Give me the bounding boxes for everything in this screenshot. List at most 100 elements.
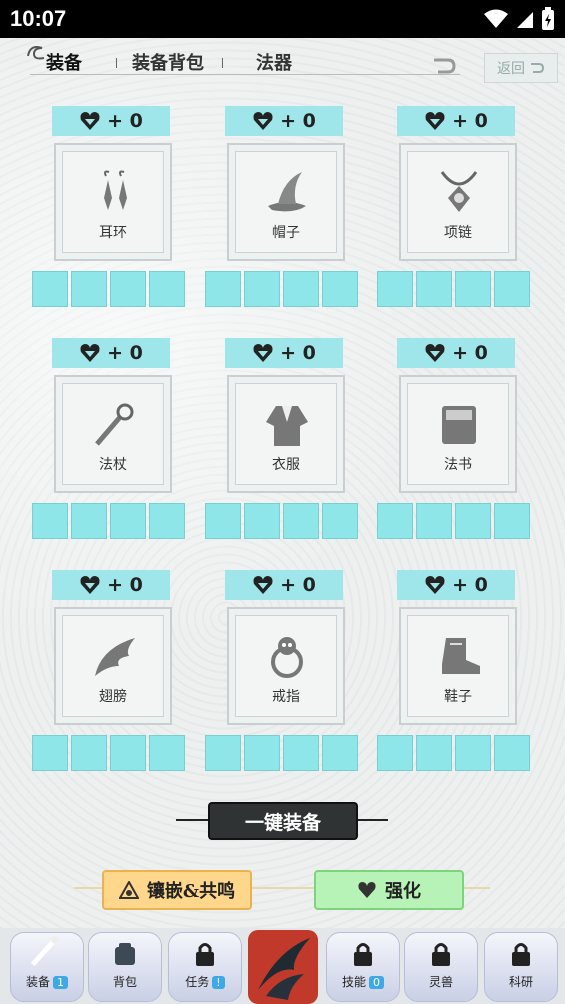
enhance-level: + 0 — [452, 110, 488, 132]
bottom-tab-equip[interactable]: 装备 1 — [10, 932, 84, 1002]
gem-socket[interactable] — [244, 735, 280, 771]
gem-socket[interactable] — [494, 271, 530, 307]
spellbook-icon — [442, 406, 476, 444]
gem-sockets — [377, 271, 533, 309]
equipment-label: 衣服 — [272, 457, 300, 473]
gem-socket[interactable] — [205, 503, 241, 539]
equipment-box[interactable]: 帽子 — [227, 143, 345, 261]
gem-socket[interactable] — [32, 735, 68, 771]
gem-socket[interactable] — [71, 271, 107, 307]
gem-socket[interactable] — [71, 735, 107, 771]
bottom-tab-text: 背包 — [112, 975, 137, 989]
gem-socket[interactable] — [377, 271, 413, 307]
gem-socket[interactable] — [110, 271, 146, 307]
bottom-tab-task[interactable]: 任务! — [168, 932, 242, 1002]
heart-gem-icon — [80, 344, 100, 362]
tab-separator — [222, 58, 223, 68]
gem-socket[interactable] — [494, 735, 530, 771]
center-emblem[interactable] — [248, 930, 318, 1004]
status-time: 10:07 — [10, 6, 67, 31]
gem-sockets — [32, 271, 188, 309]
gem-socket[interactable] — [283, 271, 319, 307]
inlay-resonance-button[interactable]: 镶嵌&共鸣 — [102, 870, 252, 910]
gem-socket[interactable] — [283, 503, 319, 539]
bottom-tab-research[interactable]: 科研 — [484, 932, 558, 1002]
gem-socket[interactable] — [244, 271, 280, 307]
inlay-label: 镶嵌&共鸣 — [146, 881, 236, 902]
gem-socket[interactable] — [455, 271, 491, 307]
equipment-box[interactable]: 法书 — [399, 375, 517, 493]
equipment-label: 法书 — [444, 457, 472, 473]
gem-socket[interactable] — [283, 735, 319, 771]
gem-socket[interactable] — [110, 503, 146, 539]
bottom-tab-pet[interactable]: 灵兽 — [404, 932, 478, 1002]
gem-socket[interactable] — [416, 735, 452, 771]
return-icon — [531, 63, 545, 73]
boots-icon — [442, 638, 480, 674]
bottom-tab-skill[interactable]: 技能 0 — [326, 932, 400, 1002]
tab-equip-bag[interactable]: 装备背包 — [132, 49, 204, 75]
gem-socket[interactable] — [110, 735, 146, 771]
enhance-level-bar: + 0 — [397, 338, 515, 368]
equipment-box[interactable]: 鞋子 — [399, 607, 517, 725]
gem-socket[interactable] — [377, 503, 413, 539]
equipment-box[interactable]: 翅膀 — [54, 607, 172, 725]
enhance-level-bar: + 0 — [225, 106, 343, 136]
gem-socket[interactable] — [494, 503, 530, 539]
enhance-level-bar: + 0 — [52, 570, 170, 600]
gem-socket[interactable] — [244, 503, 280, 539]
gem-socket[interactable] — [455, 503, 491, 539]
nav-underline — [30, 74, 460, 75]
equipment-box[interactable]: 耳环 — [54, 143, 172, 261]
equipment-box[interactable]: 法杖 — [54, 375, 172, 493]
heart-gem-icon — [425, 576, 445, 594]
back-button[interactable]: 返回 — [484, 53, 558, 83]
gem-socket[interactable] — [71, 503, 107, 539]
decor-line — [462, 887, 490, 889]
gem-sockets — [32, 503, 188, 541]
equipment-box[interactable]: 项链 — [399, 143, 517, 261]
back-label: 返回 — [497, 61, 525, 77]
gem-sockets — [205, 271, 361, 309]
gem-socket[interactable] — [32, 503, 68, 539]
equipment-box[interactable]: 戒指 — [227, 607, 345, 725]
enhance-level: + 0 — [107, 110, 143, 132]
bottom-tab-label: 灵兽 — [405, 973, 477, 990]
enhance-level-bar: + 0 — [225, 570, 343, 600]
gem-socket[interactable] — [149, 503, 185, 539]
enhance-level-bar: + 0 — [52, 106, 170, 136]
gem-sockets — [32, 735, 188, 773]
equipment-label: 翅膀 — [99, 689, 127, 705]
gem-socket[interactable] — [149, 271, 185, 307]
bottom-tab-bag[interactable]: 背包 — [88, 932, 162, 1002]
heart-gem-icon — [253, 576, 273, 594]
heart-gem-icon — [253, 344, 273, 362]
one-key-equip-button[interactable]: 一键装备 — [208, 802, 358, 840]
tab-equip[interactable]: 装备 — [46, 49, 82, 75]
lock-icon — [354, 943, 372, 966]
gem-socket[interactable] — [322, 271, 358, 307]
gem-socket[interactable] — [205, 735, 241, 771]
earring-icon — [104, 170, 127, 210]
gem-socket[interactable] — [32, 271, 68, 307]
gem-socket[interactable] — [322, 735, 358, 771]
gem-socket[interactable] — [149, 735, 185, 771]
gem-socket[interactable] — [377, 735, 413, 771]
enhance-level-bar: + 0 — [225, 338, 343, 368]
gem-socket[interactable] — [322, 503, 358, 539]
gem-socket[interactable] — [205, 271, 241, 307]
gem-socket[interactable] — [455, 735, 491, 771]
lock-icon — [196, 943, 214, 966]
tab-artifact[interactable]: 法器 — [256, 49, 292, 75]
heart-gem-icon — [80, 112, 100, 130]
bottom-tab-text: 任务 — [185, 975, 210, 989]
status-bar: 10:07 — [0, 0, 565, 38]
bottom-tab-text: 装备 — [25, 975, 50, 989]
enhance-level: + 0 — [107, 574, 143, 596]
equipment-box[interactable]: 衣服 — [227, 375, 345, 493]
gem-socket[interactable] — [416, 271, 452, 307]
strengthen-button[interactable]: 强化 — [314, 870, 464, 910]
gem-socket[interactable] — [416, 503, 452, 539]
gem-triangle-icon — [118, 881, 139, 899]
equipment-label: 鞋子 — [444, 689, 472, 705]
